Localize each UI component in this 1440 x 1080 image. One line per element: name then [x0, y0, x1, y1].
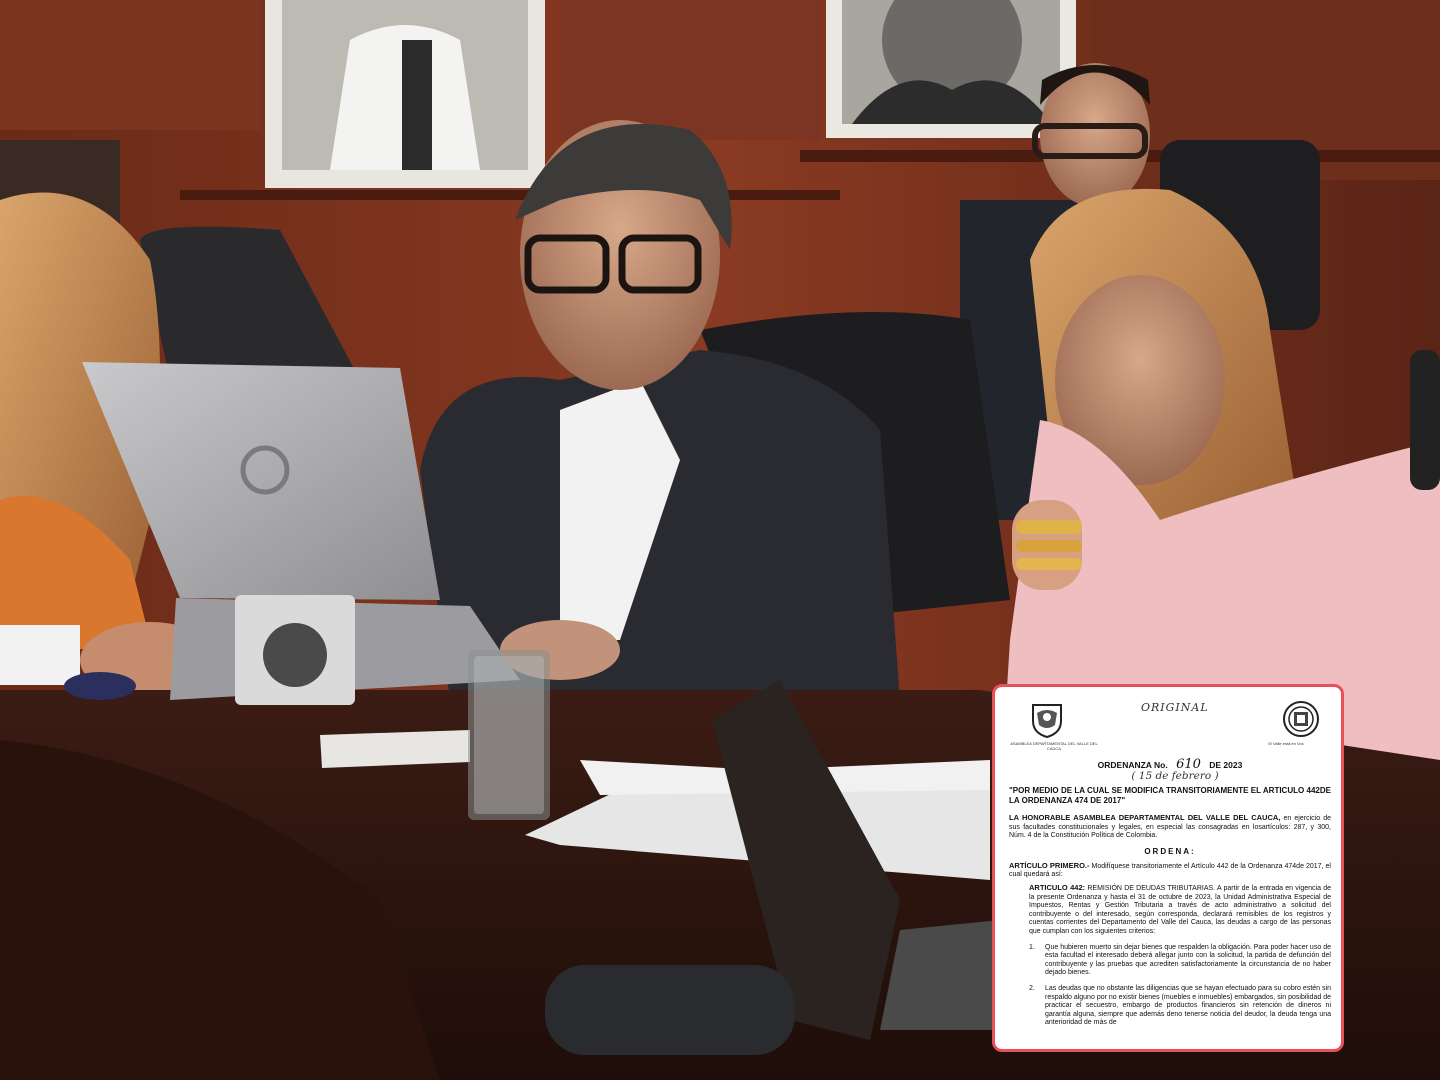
ordena-heading: ORDENA: [1144, 846, 1196, 856]
ordinance-prefix: ORDENANZA No. [1097, 760, 1168, 770]
ordinance-document-inset: ASAMBLEA DEPARTAMENTAL DEL VALLE DEL CAU… [992, 684, 1344, 1052]
list-item-text: Las deudas que no obstante las diligenci… [1045, 984, 1331, 1027]
assembly-paragraph: LA HONORABLE ASAMBLEA DEPARTAMENTAL DEL … [1009, 813, 1331, 841]
list-item-text: Que hubieren muerto sin dejar bienes que… [1045, 943, 1331, 977]
article-442-text: REMISIÓN DE DEUDAS TRIBUTARIAS. A partir… [1029, 884, 1331, 935]
article-first-label: ARTÍCULO PRIMERO.- [1009, 860, 1090, 870]
handwritten-date: ( 15 de febrero ) [1131, 770, 1219, 782]
original-stamp: ORIGINAL [1141, 701, 1209, 714]
assembly-seal-icon [1032, 704, 1062, 739]
list-item-number: 1. [1029, 943, 1035, 951]
article-first: ARTÍCULO PRIMERO.- Modifíquese transitor… [1009, 860, 1331, 880]
ordinance-year: DE 2023 [1209, 760, 1243, 770]
assembly-name: LA HONORABLE ASAMBLEA DEPARTAMENTAL DEL … [1009, 813, 1281, 822]
list-item: 2. Las deudas que no obstante las dilige… [1029, 985, 1331, 1028]
article-442: ARTICULO 442: REMISIÓN DE DEUDAS TRIBUTA… [1029, 882, 1331, 937]
seal-right-caption: El Valle está en Vos [1268, 741, 1304, 746]
document-title: "POR MEDIO DE LA CUAL SE MODIFICA TRANSI… [1009, 786, 1331, 805]
department-seal-icon [1283, 701, 1319, 737]
list-item-number: 2. [1029, 984, 1035, 992]
document-header: ASAMBLEA DEPARTAMENTAL DEL VALLE DEL CAU… [1009, 695, 1331, 751]
article-442-label: ARTICULO 442: [1029, 882, 1086, 892]
seal-left-caption: ASAMBLEA DEPARTAMENTAL DEL VALLE DEL CAU… [1010, 741, 1098, 751]
list-item: 1. Que hubieren muerto sin dejar bienes … [1029, 944, 1331, 978]
